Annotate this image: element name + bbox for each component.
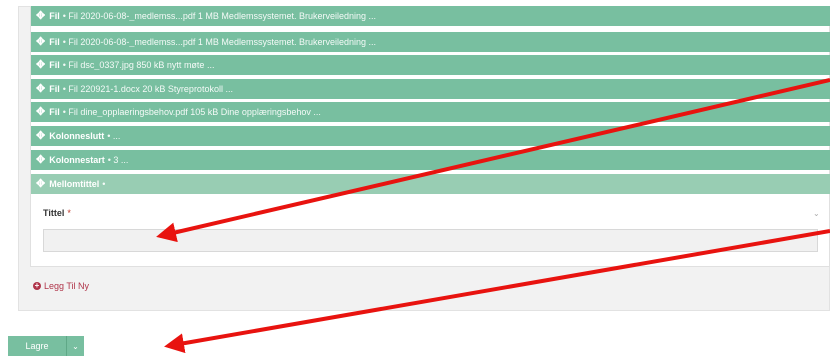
move-icon[interactable]: ✥ [36, 59, 45, 71]
block-row[interactable]: ✥ Fil • Fil 2020-06-08-_medlemss...pdf 1… [31, 32, 830, 52]
move-icon[interactable]: ✥ [36, 83, 45, 95]
chevron-down-icon: ⌄ [72, 341, 79, 351]
block-type: Fil [49, 84, 60, 94]
move-icon[interactable]: ✥ [36, 178, 45, 190]
move-icon[interactable]: ✥ [36, 130, 45, 142]
block-type: Fil [49, 11, 60, 21]
required-mark: * [67, 208, 71, 218]
block-desc: • Fil 2020-06-08-_medlemss...pdf 1 MB Me… [62, 11, 376, 21]
save-options-button[interactable]: ⌄ [67, 336, 84, 356]
block-desc: • Fil 2020-06-08-_medlemss...pdf 1 MB Me… [62, 37, 376, 47]
block-desc: • 3 ... [107, 155, 129, 165]
block-row-active[interactable]: ✥ Mellomtittel • [31, 174, 830, 194]
block-desc: • Fil dine_opplaeringsbehov.pdf 105 kB D… [62, 107, 321, 117]
title-label-text: Tittel [43, 208, 65, 218]
block-desc: • [102, 179, 106, 189]
block-type: Fil [49, 107, 60, 117]
add-new-link[interactable]: + Legg Til Ny [33, 281, 89, 291]
block-type: Mellomtittel [49, 179, 100, 189]
title-input[interactable] [43, 229, 818, 252]
plus-circle-icon: + [33, 281, 41, 290]
block-row[interactable]: ✥ Fil • Fil 2020-06-08-_medlemss...pdf 1… [31, 6, 830, 26]
block-row[interactable]: ✥ Kolonnestart • 3 ... [31, 150, 830, 170]
block-desc: • Fil dsc_0337.jpg 850 kB nytt møte ... [62, 60, 215, 70]
block-type: Kolonnestart [49, 155, 105, 165]
block-row[interactable]: ✥ Fil • Fil dine_opplaeringsbehov.pdf 10… [31, 102, 830, 122]
title-field-label: Tittel * [43, 208, 71, 218]
block-type: Fil [49, 60, 60, 70]
block-row[interactable]: ✥ Fil • Fil 220921-1.docx 20 kB Styrepro… [31, 79, 830, 99]
block-type: Fil [49, 37, 60, 47]
collapse-chevron-icon[interactable]: ⌄ [813, 209, 820, 218]
move-icon[interactable]: ✥ [36, 36, 45, 48]
block-type: Kolonneslutt [49, 131, 105, 141]
block-desc: • Fil 220921-1.docx 20 kB Styreprotokoll… [62, 84, 233, 94]
save-button[interactable]: Lagre [8, 336, 67, 356]
move-icon[interactable]: ✥ [36, 106, 45, 118]
block-row[interactable]: ✥ Kolonneslutt • ... [31, 126, 830, 146]
add-new-label: Legg Til Ny [44, 281, 90, 291]
block-desc: • ... [107, 131, 121, 141]
block-row[interactable]: ✥ Fil • Fil dsc_0337.jpg 850 kB nytt møt… [31, 55, 830, 75]
save-button-group: Lagre ⌄ [8, 336, 84, 356]
move-icon[interactable]: ✥ [36, 154, 45, 166]
move-icon[interactable]: ✥ [36, 10, 45, 22]
